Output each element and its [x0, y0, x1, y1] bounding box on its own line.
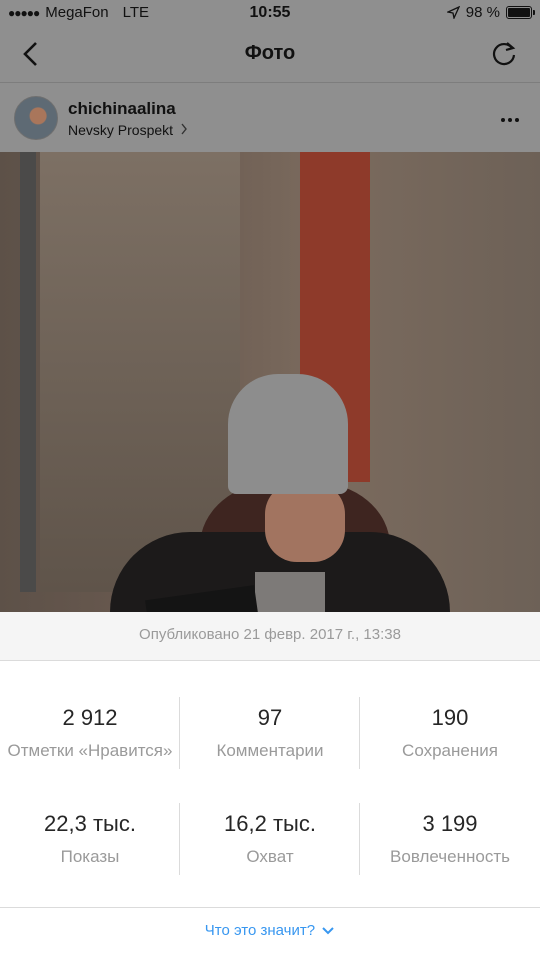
chevron-down-icon — [322, 927, 334, 935]
stat-engagement-value: 3 199 — [422, 811, 478, 836]
location-label: Nevsky Prospekt — [68, 122, 174, 138]
photo-face — [265, 482, 345, 562]
stat-saves-value: 190 — [431, 705, 469, 730]
stat-saves: 190 Сохранения — [360, 705, 540, 761]
location-link[interactable]: Nevsky Prospekt — [68, 122, 188, 138]
battery-percent: 98 % — [465, 4, 500, 21]
what-does-this-mean-label: Что это значит? — [204, 922, 316, 939]
divider — [179, 697, 180, 769]
stat-impressions-label: Показы — [60, 847, 120, 866]
battery-icon — [506, 6, 535, 19]
stat-likes: 2 912 Отметки «Нравится» — [0, 705, 180, 761]
published-date: Опубликовано 21 февр. 2017 г., 13:38 — [0, 612, 540, 661]
stat-engagement: 3 199 Вовлеченность — [360, 811, 540, 867]
navigation-bar: Фото — [0, 26, 540, 83]
stat-comments-value: 97 — [257, 705, 283, 730]
ellipsis-icon — [501, 118, 519, 122]
stat-impressions: 22,3 тыс. Показы — [0, 811, 180, 867]
photo-sweater — [255, 572, 325, 612]
stat-engagement-label: Вовлеченность — [390, 847, 510, 866]
avatar[interactable] — [14, 96, 58, 140]
status-bar: ●●●●● MegaFon LTE 10:55 98 % — [0, 0, 540, 26]
stat-comments-label: Комментарии — [216, 741, 324, 760]
stat-likes-value: 2 912 — [62, 705, 118, 730]
location-arrow-icon — [446, 6, 460, 19]
post-header: chichinaalina Nevsky Prospekt — [0, 83, 540, 152]
page-title: Фото — [244, 42, 296, 64]
divider — [359, 803, 360, 875]
stat-reach-label: Охват — [246, 847, 294, 866]
insights-stats: 2 912 Отметки «Нравится» 97 Комментарии … — [0, 661, 540, 907]
refresh-button[interactable] — [490, 40, 518, 68]
what-does-this-mean-link[interactable]: Что это значит? — [0, 922, 540, 939]
stat-saves-label: Сохранения — [402, 741, 498, 760]
stat-comments: 97 Комментарии — [180, 705, 360, 761]
stat-reach-value: 16,2 тыс. — [224, 811, 316, 836]
stat-likes-label: Отметки «Нравится» — [7, 741, 173, 760]
more-options-button[interactable] — [500, 115, 520, 123]
dimmed-overlay: ●●●●● MegaFon LTE 10:55 98 % Фото chichi… — [0, 0, 540, 612]
stat-impressions-value: 22,3 тыс. — [44, 811, 136, 836]
divider — [359, 697, 360, 769]
divider — [179, 803, 180, 875]
refresh-icon — [492, 42, 516, 66]
stat-reach: 16,2 тыс. Охват — [180, 811, 360, 867]
footer: Что это значит? — [0, 907, 540, 960]
chevron-right-icon — [181, 123, 187, 135]
photo-hat — [228, 374, 348, 494]
username-link[interactable]: chichinaalina — [68, 99, 176, 119]
photo-window-frame — [20, 152, 36, 592]
post-photo[interactable] — [0, 152, 540, 612]
